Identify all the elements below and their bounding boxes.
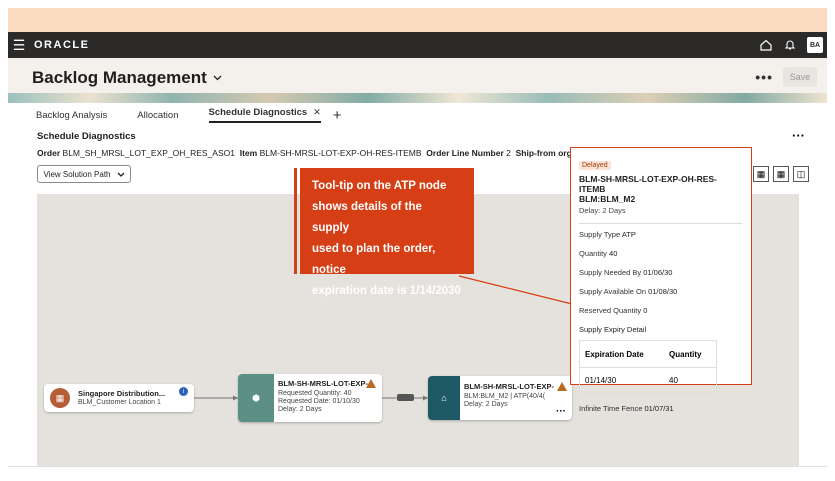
customer-node-title: Singapore Distribution... (78, 389, 166, 398)
app-window: ☰ ORACLE BA Backlog Management ••• Save … (0, 0, 835, 481)
table-cell: 40 (669, 376, 678, 385)
info-icon[interactable]: i (179, 387, 188, 396)
supply-type-row: Supply Type ATP (579, 230, 743, 239)
callout-line-3: used to plan the order, notice (312, 243, 436, 276)
table-header: Quantity (664, 340, 717, 368)
item-node-line-3: Delay: 2 Days (278, 406, 322, 413)
item-node-title: BLM-SH-MRSL-LOT-EXP- (278, 379, 368, 388)
fence-label: Infinite Time Fence (579, 404, 643, 413)
reserved-label: Reserved Quantity (579, 306, 642, 315)
tooltip-title-line-1: BLM-SH-MRSL-LOT-EXP-OH-RES-ITEMB (579, 174, 717, 194)
item-node[interactable]: ⬢ BLM-SH-MRSL-LOT-EXP- Requested Quantit… (238, 374, 382, 422)
table-row: 01/14/30 40 (580, 368, 717, 394)
supply-type-label: Supply Type (579, 230, 621, 239)
atp-node-title: BLM-SH-MRSL-LOT-EXP- (464, 382, 554, 391)
needed-label: Supply Needed By (579, 268, 642, 277)
expiry-detail-label: Supply Expiry Detail (579, 325, 647, 334)
callout-line-2: shows details of the supply (312, 201, 422, 234)
callout-bar (294, 168, 297, 274)
annotation-callout: Tool-tip on the ATP node shows details o… (300, 168, 474, 297)
available-label: Supply Available On (579, 287, 646, 296)
warning-icon (557, 382, 567, 391)
status-badge: Delayed (579, 161, 611, 170)
cube-icon: ⬢ (238, 374, 274, 422)
table-cell: 01/14/30 (585, 376, 617, 385)
quantity-row: Quantity 40 (579, 249, 743, 258)
reserved-row: Reserved Quantity 0 (579, 306, 743, 315)
table-header-row: Expiration Date Quantity (579, 340, 717, 368)
fence-value: 01/07/31 (644, 404, 674, 413)
fence-row: Infinite Time Fence 01/07/31 (579, 404, 743, 413)
needed-row: Supply Needed By 01/06/30 (579, 268, 743, 277)
customer-node[interactable]: ▦ Singapore Distribution... BLM_Customer… (44, 384, 194, 412)
callout-line-4: expiration date is 1/14/2030 (312, 285, 461, 297)
warning-icon (366, 379, 376, 388)
tooltip-divider (579, 223, 743, 224)
needed-value: 01/06/30 (643, 268, 673, 277)
store-icon: ▦ (50, 388, 70, 408)
node-more-button[interactable]: ··· (556, 406, 566, 417)
atp-tooltip: Delayed BLM-SH-MRSL-LOT-EXP-OH-RES-ITEMB… (570, 147, 752, 413)
warehouse-icon: ⌂ (428, 376, 460, 420)
atp-node[interactable]: ⌂ BLM-SH-MRSL-LOT-EXP- BLM:BLM_M2 | ATP(… (428, 376, 572, 420)
tooltip-title-line-2: BLM:BLM_M2 (579, 194, 636, 204)
atp-node-line-2: Delay: 2 Days (464, 401, 508, 408)
quantity-value: 40 (609, 249, 618, 258)
table-header: Expiration Date (579, 340, 665, 368)
divider (8, 466, 827, 467)
reserved-value: 0 (643, 306, 648, 315)
supply-type-value: ATP (621, 230, 636, 239)
callout-line-1: Tool-tip on the ATP node (312, 180, 447, 192)
tooltip-delay: Delay: 2 Days (579, 206, 626, 215)
expiry-table: Expiration Date Quantity 01/14/30 40 (579, 340, 717, 394)
quantity-label: Quantity (579, 249, 607, 258)
customer-node-subtitle: BLM_Customer Location 1 (78, 399, 161, 406)
available-value: 01/08/30 (648, 287, 678, 296)
available-row: Supply Available On 01/08/30 (579, 287, 743, 296)
